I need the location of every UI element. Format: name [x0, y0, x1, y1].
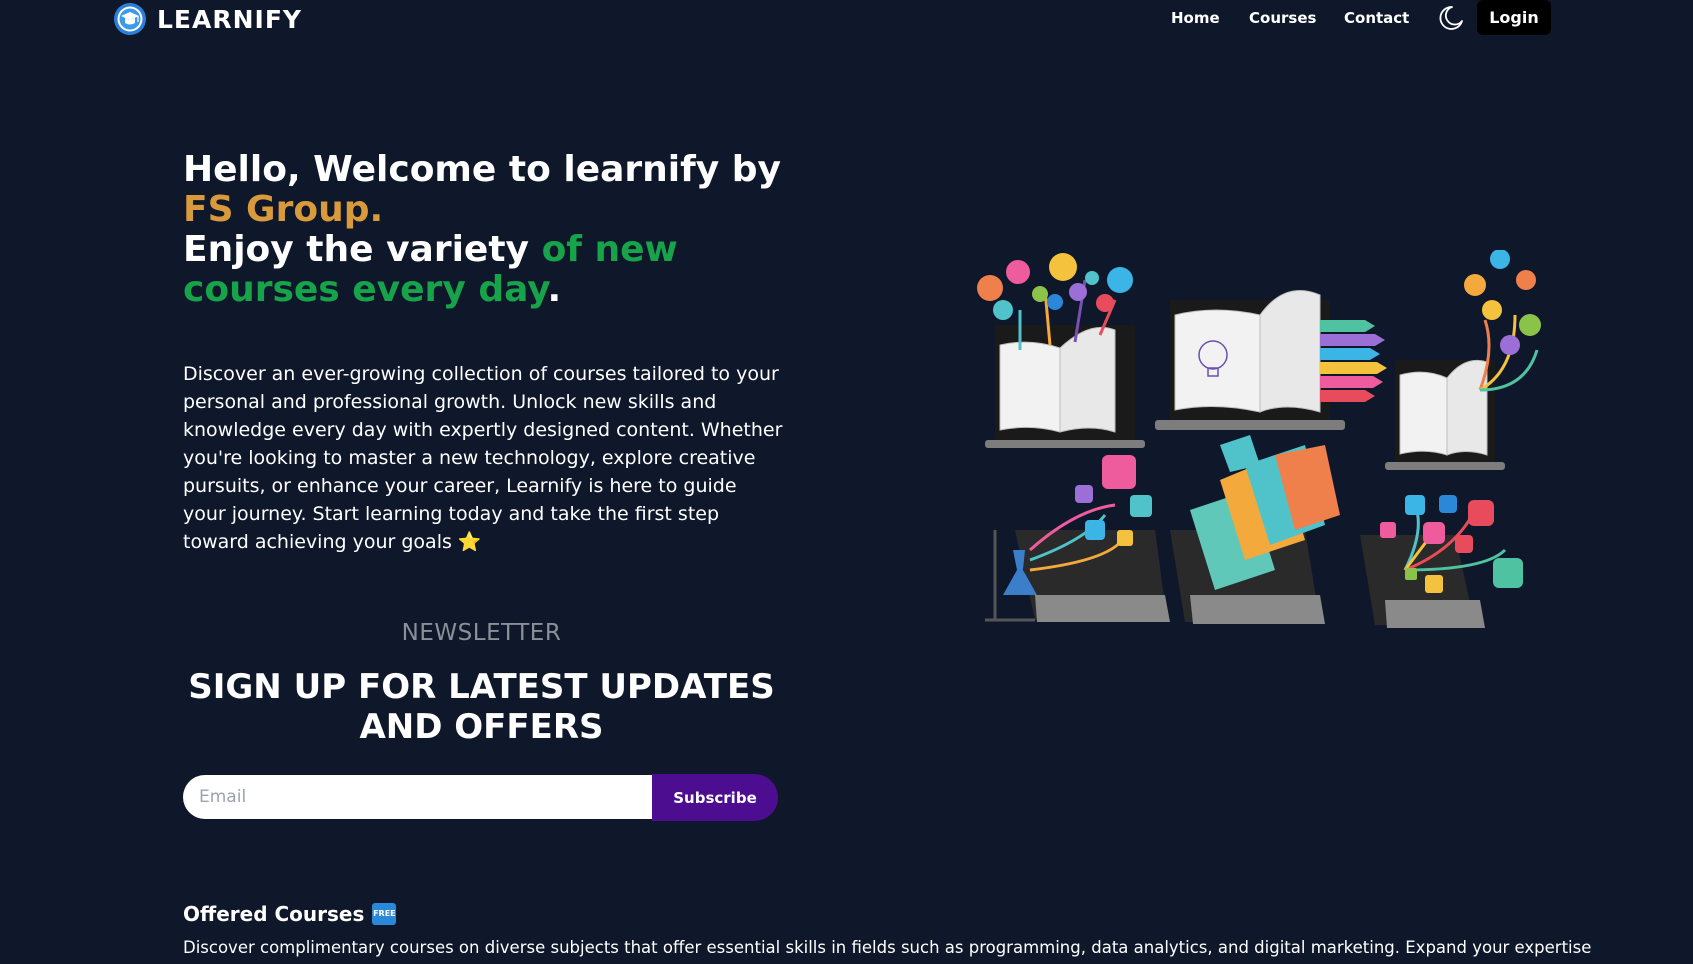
hero-title-part2: Enjoy the variety [183, 229, 542, 270]
brand-name: LEARNIFY [157, 4, 303, 34]
graduation-cap-logo-icon [114, 3, 146, 35]
login-button[interactable]: Login [1477, 0, 1551, 35]
offered-courses-description: Discover complimentary courses on divers… [183, 938, 1592, 957]
navbar: LEARNIFY Home Courses Contact Login [0, 0, 1693, 38]
newsletter-form: Subscribe [183, 774, 778, 821]
nav-link-home[interactable]: Home [1171, 9, 1220, 27]
offered-courses-heading: Offered Courses FREE [183, 902, 397, 926]
brand[interactable]: LEARNIFY [113, 2, 302, 36]
laptop-book-illustration-1 [977, 253, 1145, 448]
newsletter-title: SIGN UP FOR LATEST UPDATES AND OFFERS [188, 667, 775, 747]
laptop-science-illustration [985, 455, 1170, 622]
hero-description: Discover an ever-growing collection of c… [183, 363, 783, 553]
laptop-documents-illustration [1170, 435, 1340, 624]
laptop-network-illustration [1360, 495, 1523, 628]
subscribe-button[interactable]: Subscribe [652, 774, 778, 821]
hero-title: Hello, Welcome to learnify by FS Group. … [183, 150, 783, 310]
e-learning-laptops-illustration [977, 250, 1541, 628]
page: LEARNIFY Home Courses Contact Login Hell… [0, 0, 1693, 964]
moon-icon[interactable] [1435, 2, 1465, 32]
nav-link-contact[interactable]: Contact [1344, 9, 1409, 27]
hero-title-part1: Hello, Welcome to learnify by [183, 149, 782, 190]
newsletter-kicker: NEWSLETTER [401, 620, 562, 646]
free-badge-icon: FREE [372, 903, 397, 925]
offered-courses-title: Offered Courses [183, 902, 365, 926]
laptop-book-illustration-3 [1385, 250, 1541, 470]
nav-link-courses[interactable]: Courses [1249, 9, 1316, 27]
hero-title-end: . [547, 269, 562, 310]
hero-title-highlight-fs-group: FS Group. [183, 189, 384, 230]
laptop-book-illustration-2 [1155, 290, 1387, 430]
email-input[interactable] [183, 775, 652, 819]
